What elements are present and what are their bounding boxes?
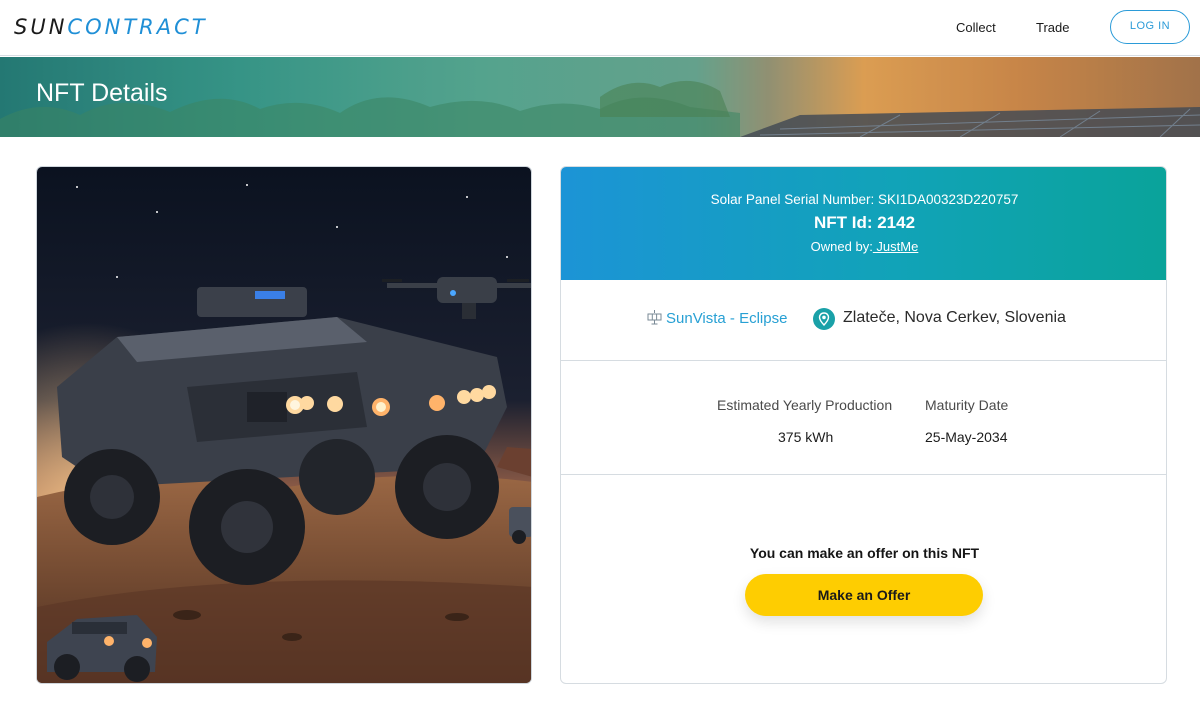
- owner-link[interactable]: JustMe: [873, 239, 918, 254]
- maturity-label: Maturity Date: [925, 397, 1009, 413]
- nav-collect-link[interactable]: Collect: [956, 20, 996, 35]
- location-text: Zlateče, Nova Cerkev, Slovenia: [843, 309, 1066, 326]
- owned-by: Owned by: JustMe: [561, 239, 1166, 254]
- project-name: SunVista - Eclipse: [666, 310, 788, 327]
- maturity-value: 25-May-2034: [925, 429, 1008, 445]
- location-pin-icon: [813, 308, 835, 330]
- owned-by-label: Owned by:: [810, 239, 873, 254]
- nft-stats-row: Estimated Yearly Production 375 kWh Matu…: [561, 361, 1166, 475]
- logo-sun-text: SUN: [14, 15, 68, 39]
- logo-contract-text: CONTRACT: [67, 15, 208, 39]
- nft-details-header: Solar Panel Serial Number: SKI1DA00323D2…: [561, 167, 1166, 280]
- top-navigation-bar: SUNCONTRACT Collect Trade LOG IN: [0, 0, 1200, 56]
- page-banner: NFT Details: [0, 57, 1200, 137]
- suncontract-logo[interactable]: SUNCONTRACT: [14, 15, 208, 39]
- production-value: 375 kWh: [778, 429, 834, 445]
- nft-artwork-illustration: [37, 167, 531, 683]
- production-label: Estimated Yearly Production: [717, 397, 893, 413]
- login-button[interactable]: LOG IN: [1110, 10, 1190, 44]
- solar-panel-icon: [647, 310, 662, 325]
- banner-background-image: [0, 57, 1200, 137]
- project-link[interactable]: SunVista - Eclipse: [647, 310, 787, 327]
- solar-panel-serial-number: Solar Panel Serial Number: SKI1DA00323D2…: [710, 192, 1019, 207]
- page-title: NFT Details: [36, 79, 168, 107]
- make-offer-button[interactable]: Make an Offer: [745, 574, 983, 616]
- nav-trade-link[interactable]: Trade: [1036, 20, 1069, 35]
- project-location-row: SunVista - Eclipse Zlateče, Nova Cerkev,…: [561, 280, 1166, 361]
- offer-prompt: You can make an offer on this NFT: [749, 545, 980, 561]
- nft-details-card: Solar Panel Serial Number: SKI1DA00323D2…: [560, 166, 1167, 684]
- nft-artwork-image: [36, 166, 532, 684]
- nft-id: NFT Id: 2142: [813, 213, 916, 232]
